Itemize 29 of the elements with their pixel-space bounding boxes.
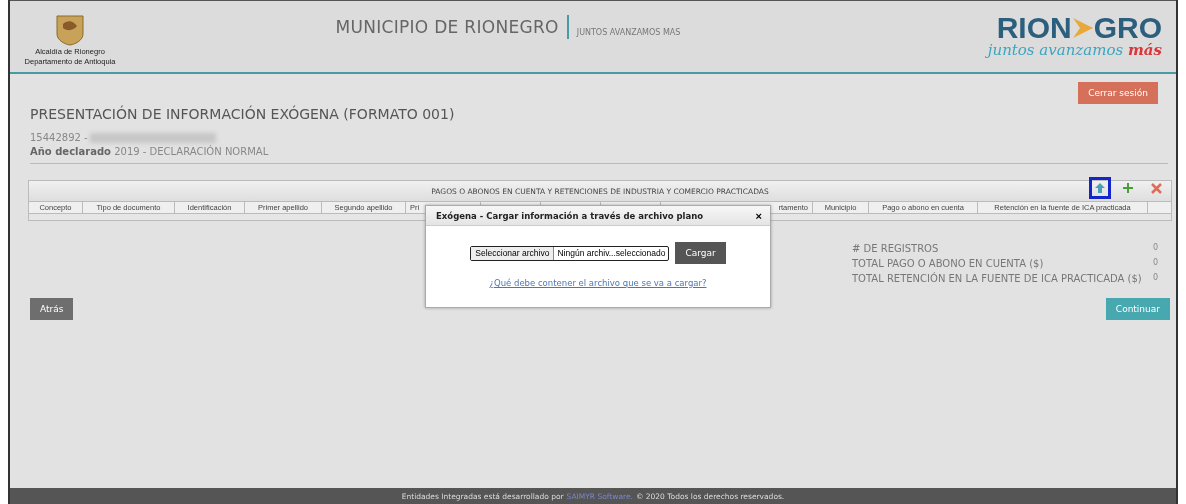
total-value: 0	[1152, 273, 1158, 284]
total-value: 0	[1152, 243, 1158, 254]
total-label: TOTAL PAGO O ABONO EN CUENTA ($)	[852, 258, 1044, 269]
logout-button[interactable]: Cerrar sesión	[1078, 82, 1158, 104]
logo-text: GRO	[1093, 14, 1162, 41]
toolbar-button[interactable]	[1089, 177, 1111, 199]
play-arrow-icon	[1071, 15, 1094, 40]
site-title: MUNICIPIO DE RIONEGRO	[335, 16, 559, 37]
logo-text: RION	[996, 14, 1072, 41]
file-status: Ningún archiv...seleccionado	[556, 247, 667, 260]
close-icon	[1150, 182, 1162, 194]
total-label: # DE REGISTROS	[852, 243, 939, 254]
upload-icon	[1094, 182, 1106, 194]
coat-of-arms-icon	[55, 13, 85, 46]
continue-button[interactable]: Continuar	[1105, 298, 1170, 320]
choose-file-button[interactable]: Seleccionar archivo	[471, 246, 555, 260]
declared-year: Año declarado 2019 - DECLARACIÓN NORMAL	[30, 146, 270, 157]
taxpayer-id: 15442892 -	[30, 132, 88, 143]
plus-icon	[1122, 182, 1134, 194]
dialog-title: Exógena - Cargar información a través de archivo plano	[436, 210, 704, 221]
back-button[interactable]: Atrás	[30, 298, 74, 320]
total-value: 0	[1152, 258, 1158, 269]
page-title: PRESENTACIÓN DE INFORMACIÓN EXÓGENA (FORMATO 001)	[30, 106, 456, 122]
help-link[interactable]: ¿Qué debe contener el archivo que se va a cargar?	[489, 278, 707, 288]
file-input[interactable]: Seleccionar archivo Ningún archiv...seleccionado	[470, 245, 670, 261]
logo-tagline: juntos avanzamos más	[987, 41, 1162, 59]
site-slogan: JUNTOS AVANZAMOS MAS	[576, 28, 681, 37]
total-label: TOTAL RETENCIÓN EN LA FUENTE DE ICA PRACTICADA ($)	[852, 273, 1142, 284]
upload-button[interactable]: Cargar	[675, 242, 726, 264]
